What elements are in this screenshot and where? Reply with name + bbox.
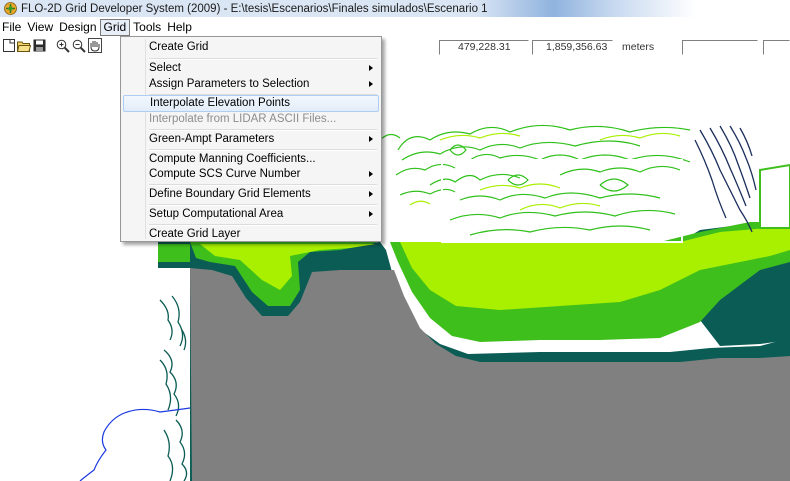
- menu-grid[interactable]: Grid: [99, 18, 131, 36]
- menu-item-compute-scs[interactable]: Compute SCS Curve Number: [123, 166, 379, 183]
- zoom-in-icon[interactable]: [56, 39, 70, 53]
- submenu-arrow-icon: [369, 211, 373, 217]
- menu-item-define-boundary[interactable]: Define Boundary Grid Elements: [123, 186, 379, 203]
- coord-y-field: 1,859,356.63: [532, 40, 613, 55]
- menu-item-label: Interpolate Elevation Points: [150, 97, 291, 109]
- menu-item-label: Setup Computational Area: [149, 208, 284, 220]
- window-title: FLO-2D Grid Developer System (2009) - E:…: [21, 2, 488, 15]
- navy-contours: [694, 125, 757, 233]
- submenu-arrow-icon: [369, 191, 373, 197]
- submenu-arrow-icon: [369, 136, 373, 142]
- pan-hand-icon[interactable]: [88, 38, 102, 53]
- green-left-strip: [158, 244, 190, 262]
- menu-item-label: Compute Manning Coefficients...: [149, 153, 316, 165]
- new-file-icon[interactable]: [3, 39, 15, 52]
- menu-design[interactable]: Design: [56, 19, 99, 36]
- menu-item-interpolate-lidar: Interpolate from LIDAR ASCII Files...: [123, 111, 379, 128]
- menu-item-assign-parameters[interactable]: Assign Parameters to Selection: [123, 76, 379, 93]
- menu-item-label: Select: [149, 62, 181, 74]
- grid-menu-dropdown: Create Grid Select Assign Parameters to …: [120, 36, 382, 242]
- open-folder-icon[interactable]: [17, 39, 31, 52]
- menu-item-label: Create Grid Layer: [149, 228, 241, 240]
- menu-file[interactable]: File: [0, 19, 24, 36]
- menu-item-label: Compute SCS Curve Number: [149, 168, 301, 180]
- upper-contours: [379, 124, 691, 236]
- menu-item-label: Interpolate from LIDAR ASCII Files...: [149, 113, 337, 125]
- menu-item-setup-computational-area[interactable]: Setup Computational Area: [123, 206, 379, 223]
- menu-item-label: Define Boundary Grid Elements: [149, 188, 311, 200]
- menu-help[interactable]: Help: [164, 19, 195, 36]
- menu-item-green-ampt[interactable]: Green-Ampt Parameters: [123, 131, 379, 148]
- save-icon[interactable]: [33, 39, 46, 52]
- menu-item-select[interactable]: Select: [123, 60, 379, 77]
- coord-x-value: 479,228.31: [458, 41, 511, 53]
- zoom-out-icon[interactable]: [72, 39, 86, 53]
- coord-y-value: 1,859,356.63: [546, 41, 608, 53]
- title-bar: FLO-2D Grid Developer System (2009) - E:…: [0, 0, 790, 17]
- submenu-arrow-icon: [369, 171, 373, 177]
- map-canvas[interactable]: [0, 58, 790, 481]
- menu-item-label: Create Grid: [149, 41, 209, 53]
- right-white-band: [760, 170, 790, 228]
- menu-view[interactable]: View: [24, 19, 56, 36]
- toolbar: 479,228.31 1,859,356.63 meters: [0, 37, 790, 57]
- menu-bar: File View Design Grid Tools Help: [0, 18, 790, 36]
- menu-item-label: Green-Ampt Parameters: [149, 133, 275, 145]
- submenu-arrow-icon: [369, 65, 373, 71]
- status-field-1: [682, 40, 758, 55]
- white-grid-box: [441, 159, 683, 243]
- status-field-2: [763, 40, 790, 55]
- flo2d-app-icon: [4, 2, 17, 15]
- menu-item-create-grid[interactable]: Create Grid: [123, 39, 379, 56]
- menu-item-interpolate-elevation[interactable]: Interpolate Elevation Points: [123, 95, 379, 112]
- menu-tools[interactable]: Tools: [130, 19, 164, 36]
- units-label: meters: [622, 41, 655, 53]
- submenu-arrow-icon: [369, 81, 373, 87]
- left-white-column: [158, 268, 190, 481]
- menu-item-create-grid-layer[interactable]: Create Grid Layer: [123, 226, 379, 243]
- menu-item-label: Assign Parameters to Selection: [149, 78, 310, 90]
- coord-x-field: 479,228.31: [439, 40, 529, 55]
